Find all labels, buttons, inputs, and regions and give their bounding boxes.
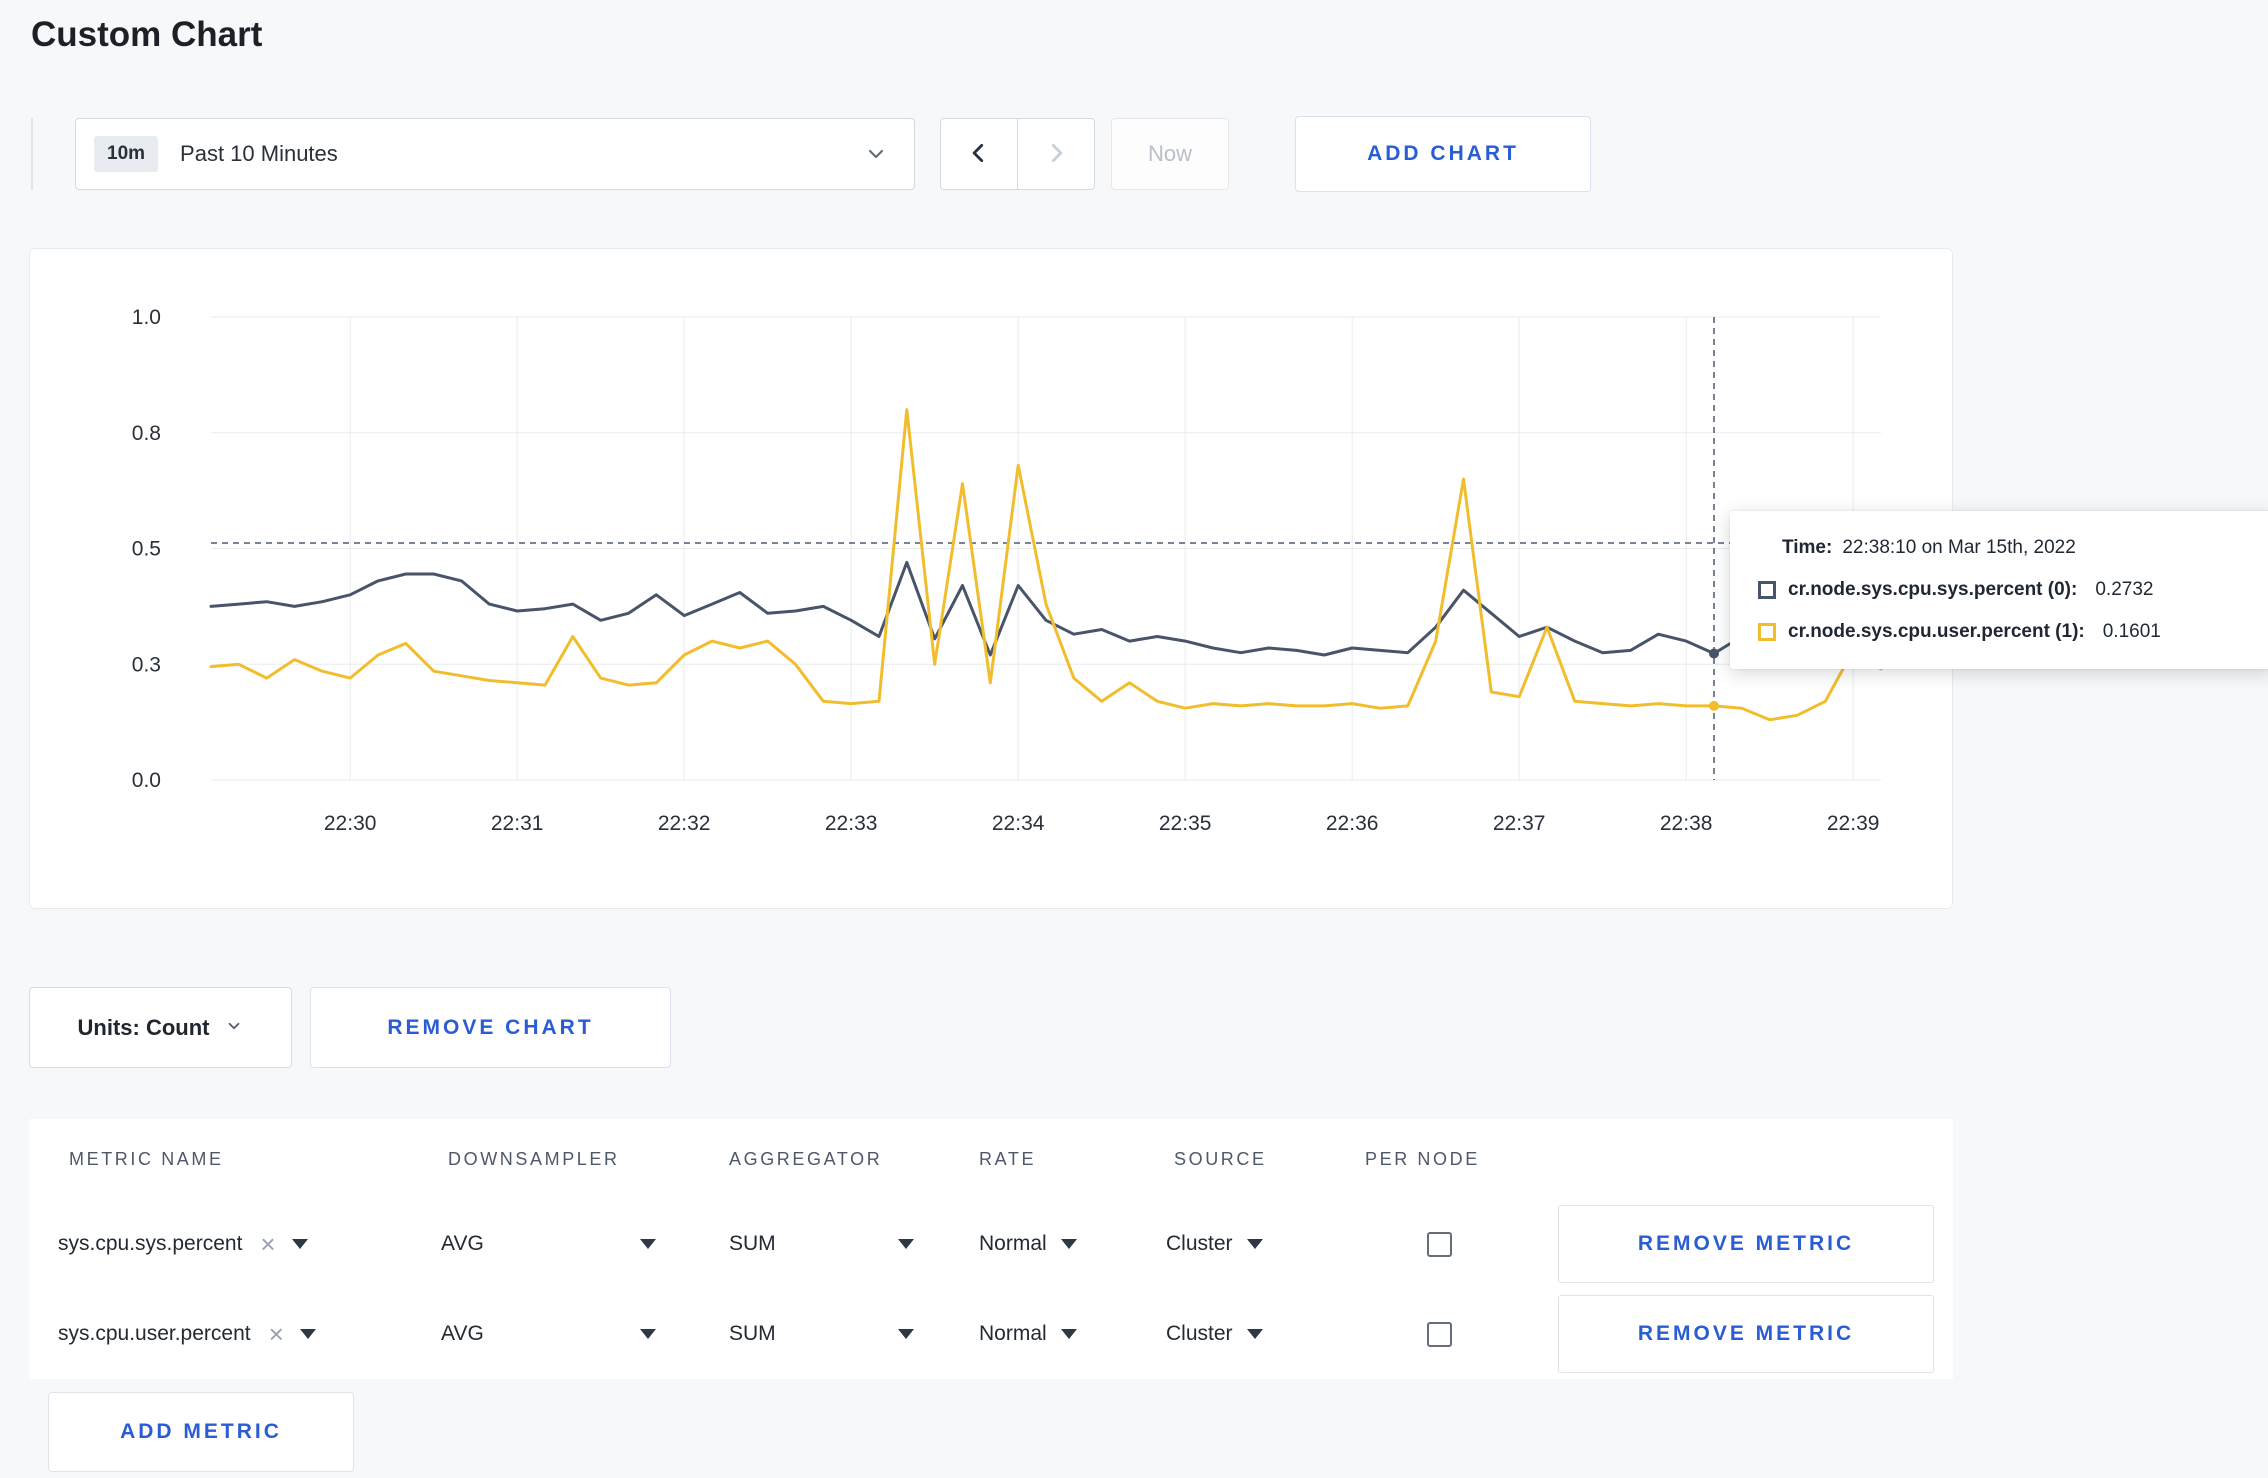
metrics-table: METRIC NAME DOWNSAMPLER AGGREGATOR RATE … [29,1119,1953,1379]
svg-text:1.0: 1.0 [132,306,161,329]
sys-series-swatch-icon [1758,581,1776,599]
remove-metric-button[interactable]: REMOVE METRIC [1558,1295,1934,1373]
time-window-dropdown[interactable]: 10m Past 10 Minutes [75,118,915,190]
per-node-checkbox[interactable] [1427,1231,1452,1257]
svg-text:22:31: 22:31 [491,812,544,835]
svg-text:22:39: 22:39 [1827,812,1880,835]
table-row: sys.cpu.sys.percent × AVG SUM Normal Clu… [29,1199,1953,1289]
source-select[interactable]: Cluster [1166,1232,1365,1256]
caret-down-icon [1246,1329,1263,1339]
svg-text:22:38: 22:38 [1660,812,1713,835]
tooltip-series-value: 0.1601 [2102,621,2161,642]
tooltip-series-value: 0.2732 [2095,579,2154,600]
rate-value: Normal [979,1232,1047,1255]
metric-name-select[interactable]: sys.cpu.sys.percent × [58,1231,441,1257]
svg-text:22:36: 22:36 [1326,812,1379,835]
svg-text:22:37: 22:37 [1493,812,1546,835]
chevron-down-icon [864,142,888,166]
rate-value: Normal [979,1322,1047,1345]
toolbar: 10m Past 10 Minutes Now ADD CHART [31,116,2268,192]
page-title: Custom Chart [31,15,263,54]
prev-range-button[interactable] [940,118,1018,190]
chart-tooltip: Time: 22:38:10 on Mar 15th, 2022 cr.node… [1730,511,2268,669]
aggregator-select[interactable]: SUM [729,1232,914,1256]
svg-text:22:30: 22:30 [324,812,377,835]
tooltip-time-label: Time: [1782,537,1833,558]
svg-text:0.5: 0.5 [132,538,161,561]
chevron-down-icon [225,1015,243,1041]
column-header-aggregator: AGGREGATOR [729,1148,883,1169]
svg-text:22:33: 22:33 [825,812,878,835]
aggregator-select[interactable]: SUM [729,1322,914,1346]
units-dropdown[interactable]: Units: Count [29,987,292,1068]
downsampler-value: AVG [441,1232,484,1255]
rate-select[interactable]: Normal [979,1322,1166,1346]
metric-name-select[interactable]: sys.cpu.user.percent × [58,1321,441,1347]
table-row: sys.cpu.user.percent × AVG SUM Normal Cl… [29,1289,1953,1379]
svg-text:22:35: 22:35 [1159,812,1212,835]
column-header-downsampler: DOWNSAMPLER [448,1148,620,1169]
tooltip-series-row: cr.node.sys.cpu.user.percent (1): 0.1601 [1758,621,2247,643]
caret-down-icon [291,1239,308,1249]
tooltip-series-name: cr.node.sys.cpu.sys.percent (0): [1788,579,2078,600]
caret-down-icon [1060,1239,1077,1249]
metric-name-value: sys.cpu.sys.percent [58,1232,243,1255]
tooltip-series-name: cr.node.sys.cpu.user.percent (1): [1788,621,2085,642]
toolbar-divider [31,118,33,190]
chart-actions: Units: Count REMOVE CHART [29,987,2268,1068]
caret-down-icon [1246,1239,1263,1249]
custom-chart-page: Custom Chart 10m Past 10 Minutes Now ADD… [0,14,2268,1478]
now-button[interactable]: Now [1111,118,1229,190]
tooltip-time-value: 22:38:10 on Mar 15th, 2022 [1842,537,2076,558]
tooltip-time-row: Time: 22:38:10 on Mar 15th, 2022 [1758,537,2247,559]
chevron-left-icon [966,140,992,169]
chart-panel: 0.0 0.3 0.5 0.8 1.0 22:30 22:31 22:32 22:33 22:34… [29,248,2268,909]
caret-down-icon [299,1329,316,1339]
remove-metric-button[interactable]: REMOVE METRIC [1558,1205,1934,1283]
user-series-swatch-icon [1758,623,1776,641]
tooltip-series-row: cr.node.sys.cpu.sys.percent (0): 0.2732 [1758,579,2247,601]
per-node-checkbox[interactable] [1427,1321,1452,1347]
aggregator-value: SUM [729,1232,776,1255]
clear-metric-icon[interactable]: × [260,1231,275,1257]
downsampler-select[interactable]: AVG [441,1322,656,1346]
units-label: Units: Count [77,1014,210,1040]
caret-down-icon [898,1239,914,1249]
svg-text:22:34: 22:34 [992,812,1045,835]
downsampler-value: AVG [441,1322,484,1345]
column-header-metric-name: METRIC NAME [69,1148,224,1169]
line-chart[interactable]: 0.0 0.3 0.5 0.8 1.0 22:30 22:31 22:32 22:33 22:34… [30,249,1952,908]
next-range-button[interactable] [1017,118,1095,190]
time-window-badge: 10m [94,136,159,172]
caret-down-icon [640,1329,656,1339]
rate-select[interactable]: Normal [979,1232,1166,1256]
clear-metric-icon[interactable]: × [269,1321,284,1347]
svg-text:22:32: 22:32 [658,812,711,835]
time-window-label: Past 10 Minutes [180,141,338,166]
caret-down-icon [640,1239,656,1249]
caret-down-icon [1060,1329,1077,1339]
source-select[interactable]: Cluster [1166,1322,1365,1346]
caret-down-icon [898,1329,914,1339]
source-value: Cluster [1166,1322,1233,1345]
metrics-table-header: METRIC NAME DOWNSAMPLER AGGREGATOR RATE … [29,1119,1953,1199]
chevron-right-icon [1043,140,1069,169]
svg-text:0.0: 0.0 [132,769,161,792]
add-metric-button[interactable]: ADD METRIC [48,1392,354,1472]
aggregator-value: SUM [729,1322,776,1345]
source-value: Cluster [1166,1232,1233,1255]
column-header-per-node: PER NODE [1365,1148,1480,1169]
column-header-source: SOURCE [1174,1148,1267,1169]
svg-text:0.3: 0.3 [132,653,161,676]
downsampler-select[interactable]: AVG [441,1232,656,1256]
metric-name-value: sys.cpu.user.percent [58,1322,251,1345]
time-range-pager [940,118,1095,190]
remove-chart-button[interactable]: REMOVE CHART [310,987,671,1068]
add-chart-button[interactable]: ADD CHART [1295,116,1591,192]
column-header-rate: RATE [979,1148,1037,1169]
svg-text:0.8: 0.8 [132,422,161,445]
